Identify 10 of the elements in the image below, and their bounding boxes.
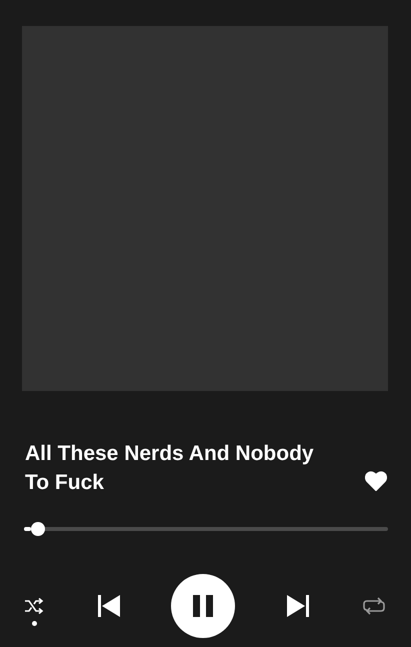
progress-thumb[interactable] [31,522,45,536]
skip-back-icon [96,594,120,618]
track-title: All These Nerds And Nobody To Fuck [25,441,315,496]
skip-forward-icon [286,594,310,618]
repeat-icon [363,597,385,615]
shuffle-active-dot [32,621,37,626]
pause-icon [192,595,214,617]
heart-icon[interactable] [365,471,387,491]
progress-slider[interactable] [22,522,388,536]
shuffle-icon [24,598,44,614]
